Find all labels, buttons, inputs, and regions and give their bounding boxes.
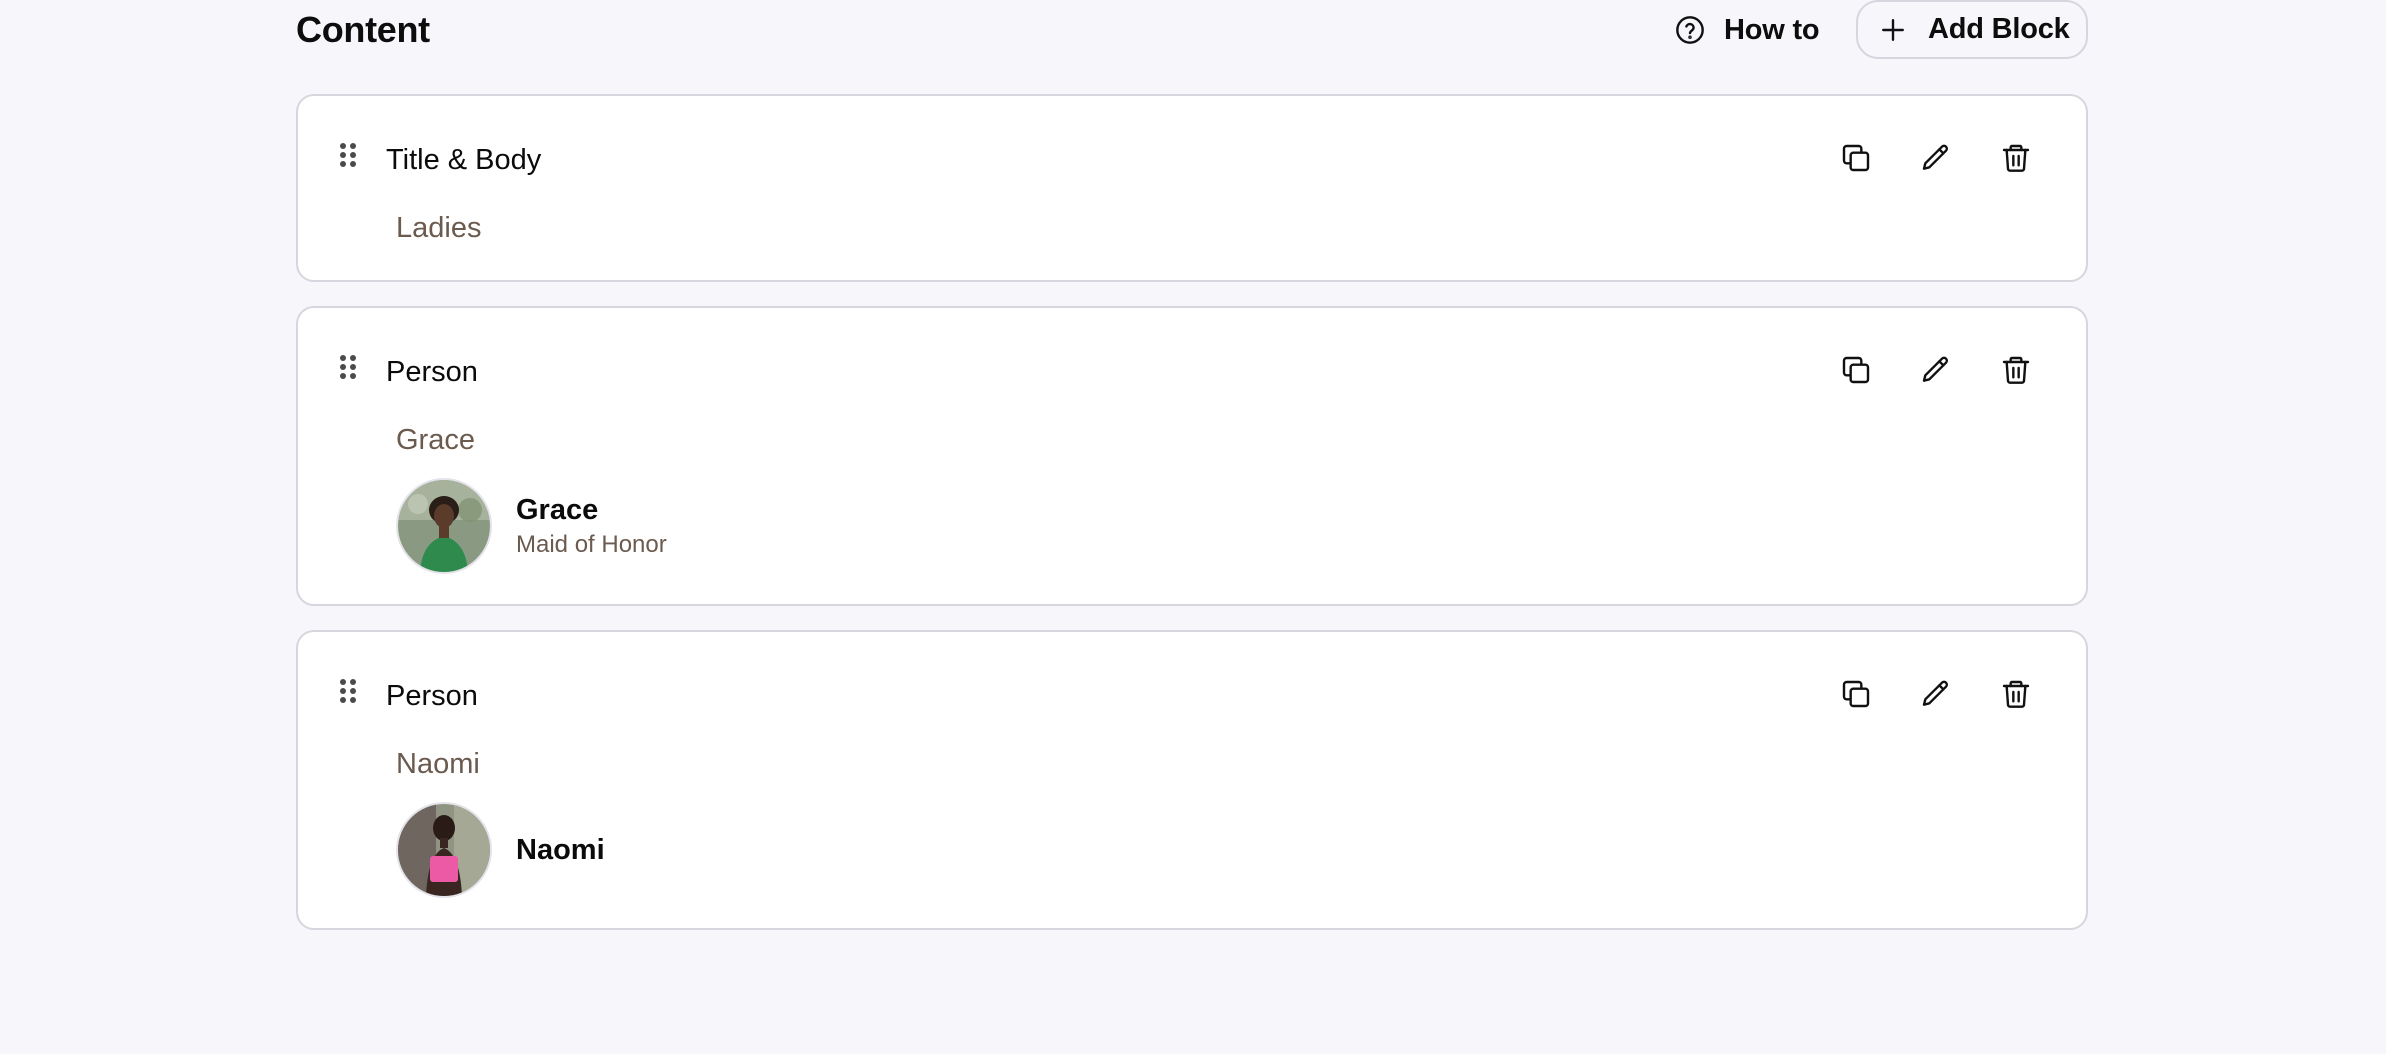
card-actions xyxy=(1838,352,2034,388)
duplicate-button[interactable] xyxy=(1838,352,1874,388)
block-type-label: Title & Body xyxy=(386,144,542,176)
drag-handle-icon[interactable] xyxy=(338,678,358,704)
delete-button[interactable] xyxy=(1998,676,2034,712)
trash-icon xyxy=(2000,142,2032,174)
duplicate-button[interactable] xyxy=(1838,676,1874,712)
copy-icon xyxy=(1840,678,1872,710)
person-name: Grace xyxy=(516,494,599,526)
add-block-label: Add Block xyxy=(1928,13,2070,45)
pencil-icon xyxy=(1920,678,1952,710)
trash-icon xyxy=(2000,678,2032,710)
content-header: Content How to Add Block xyxy=(296,0,2088,60)
block-type-label: Person xyxy=(386,680,478,712)
how-to-label: How to xyxy=(1724,13,1820,46)
person-role: Maid of Honor xyxy=(516,531,667,558)
pencil-icon xyxy=(1920,354,1952,386)
question-circle-icon xyxy=(1674,14,1706,46)
copy-icon xyxy=(1840,142,1872,174)
how-to-button[interactable]: How to xyxy=(1674,6,1820,54)
duplicate-button[interactable] xyxy=(1838,140,1874,176)
person-entry: Grace Maid of Honor xyxy=(396,478,667,574)
edit-button[interactable] xyxy=(1918,676,1954,712)
plus-icon xyxy=(1880,17,1906,43)
pencil-icon xyxy=(1920,142,1952,174)
block-card-title-body: Title & Body Ladies xyxy=(296,94,2088,282)
person-entry: Naomi xyxy=(396,802,605,898)
drag-handle-icon[interactable] xyxy=(338,354,358,380)
card-actions xyxy=(1838,140,2034,176)
delete-button[interactable] xyxy=(1998,140,2034,176)
block-subtitle: Ladies xyxy=(396,212,482,244)
copy-icon xyxy=(1840,354,1872,386)
block-subtitle: Grace xyxy=(396,424,475,456)
avatar xyxy=(396,478,492,574)
avatar xyxy=(396,802,492,898)
person-name: Naomi xyxy=(516,834,605,866)
card-actions xyxy=(1838,676,2034,712)
block-type-label: Person xyxy=(386,356,478,388)
drag-handle-icon[interactable] xyxy=(338,142,358,168)
delete-button[interactable] xyxy=(1998,352,2034,388)
block-subtitle: Naomi xyxy=(396,748,480,780)
person-text: Naomi xyxy=(516,832,605,868)
block-card-person-naomi: Person Naomi Naomi xyxy=(296,630,2088,930)
section-title: Content xyxy=(296,9,430,50)
trash-icon xyxy=(2000,354,2032,386)
add-block-button[interactable]: Add Block xyxy=(1856,0,2088,59)
edit-button[interactable] xyxy=(1918,140,1954,176)
person-text: Grace Maid of Honor xyxy=(516,492,667,560)
edit-button[interactable] xyxy=(1918,352,1954,388)
block-card-person-grace: Person Grace Grace Maid of Honor xyxy=(296,306,2088,606)
